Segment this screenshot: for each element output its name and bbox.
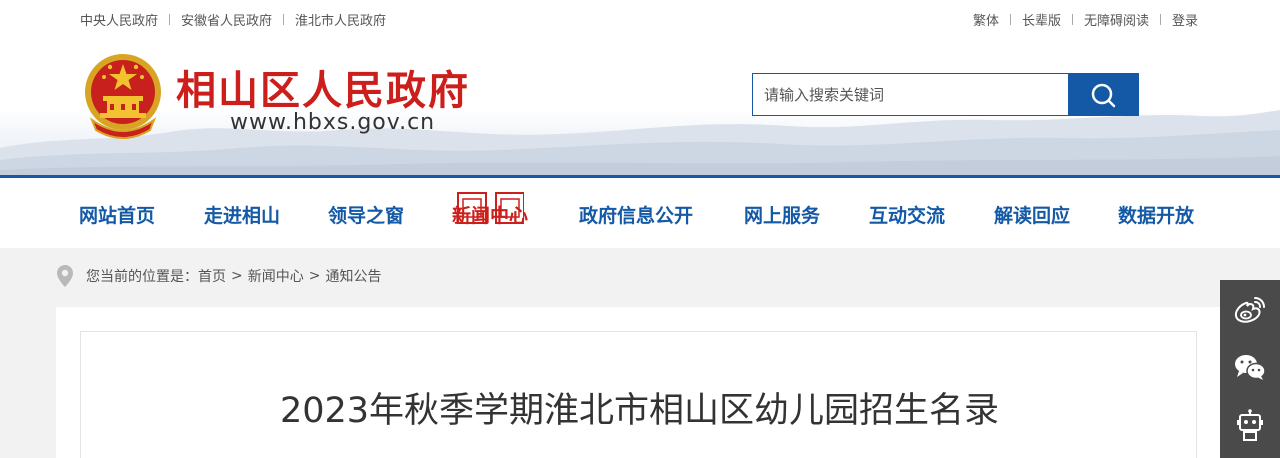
content-panel: 2023年秋季学期淮北市相山区幼儿园招生名录 xyxy=(56,307,1220,458)
nav-news-center[interactable]: 新闻中心 xyxy=(452,201,528,228)
share-sidebar xyxy=(1220,280,1280,458)
nav-gov-info-disclosure[interactable]: 政府信息公开 xyxy=(579,201,693,228)
divider xyxy=(1071,14,1073,25)
robot-icon xyxy=(1237,409,1263,441)
site-url: www.hbxs.gov.cn xyxy=(230,110,436,135)
nav-online-services[interactable]: 网上服务 xyxy=(744,201,820,228)
wechat-button[interactable] xyxy=(1220,338,1280,396)
nav-home[interactable]: 网站首页 xyxy=(79,201,155,228)
main-nav: 网站首页 走进相山 领导之窗 新闻中心 政府信息公开 网上服务 互动交流 解读回… xyxy=(0,175,1280,248)
top-links-right: 繁体 长辈版 无障碍阅读 登录 xyxy=(973,10,1198,29)
breadcrumb-prefix: 您当前的位置是： xyxy=(86,269,198,285)
search-icon xyxy=(1091,83,1116,107)
nav-interpretation[interactable]: 解读回应 xyxy=(994,201,1070,228)
article-container: 2023年秋季学期淮北市相山区幼儿园招生名录 xyxy=(80,331,1197,458)
robot-button[interactable] xyxy=(1220,396,1280,454)
site-title[interactable]: 相山区人民政府 xyxy=(176,58,470,116)
site-header: 相山区人民政府 www.hbxs.gov.cn xyxy=(0,38,1280,175)
nav-about-xiangshan[interactable]: 走进相山 xyxy=(204,201,280,228)
weibo-button[interactable] xyxy=(1220,280,1280,338)
search-input[interactable] xyxy=(753,74,1068,115)
link-traditional-chinese[interactable]: 繁体 xyxy=(973,10,999,29)
breadcrumb: 您当前的位置是： 首页 > 新闻中心 > 通知公告 xyxy=(56,264,381,288)
nav-interaction[interactable]: 互动交流 xyxy=(869,201,945,228)
link-elder-mode[interactable]: 长辈版 xyxy=(1022,10,1061,29)
breadcrumb-news-center[interactable]: 新闻中心 xyxy=(248,266,304,286)
nav-leadership[interactable]: 领导之窗 xyxy=(328,201,404,228)
wechat-icon xyxy=(1235,355,1266,380)
breadcrumb-separator: > xyxy=(308,268,321,284)
national-emblem-icon[interactable] xyxy=(80,50,166,140)
search-button[interactable] xyxy=(1068,74,1138,115)
divider xyxy=(169,14,171,25)
location-pin-icon xyxy=(57,265,73,287)
top-links-left: 中央人民政府 安徽省人民政府 淮北市人民政府 xyxy=(80,10,386,29)
link-anhui-government[interactable]: 安徽省人民政府 xyxy=(181,10,272,29)
divider xyxy=(283,14,285,25)
weibo-icon xyxy=(1234,297,1265,323)
divider xyxy=(1159,14,1161,25)
breadcrumb-separator: > xyxy=(231,268,243,284)
link-accessibility[interactable]: 无障碍阅读 xyxy=(1084,10,1149,29)
nav-open-data[interactable]: 数据开放 xyxy=(1118,201,1194,228)
top-bar: 中央人民政府 安徽省人民政府 淮北市人民政府 繁体 长辈版 无障碍阅读 登录 xyxy=(0,0,1280,38)
divider xyxy=(1009,14,1011,25)
breadcrumb-home[interactable]: 首页 xyxy=(198,266,226,286)
article-title: 2023年秋季学期淮北市相山区幼儿园招生名录 xyxy=(279,391,1000,431)
search-box xyxy=(752,73,1139,116)
link-login[interactable]: 登录 xyxy=(1172,10,1198,29)
breadcrumb-notices[interactable]: 通知公告 xyxy=(325,266,381,286)
link-huaibei-government[interactable]: 淮北市人民政府 xyxy=(295,10,386,29)
link-central-government[interactable]: 中央人民政府 xyxy=(80,10,158,29)
